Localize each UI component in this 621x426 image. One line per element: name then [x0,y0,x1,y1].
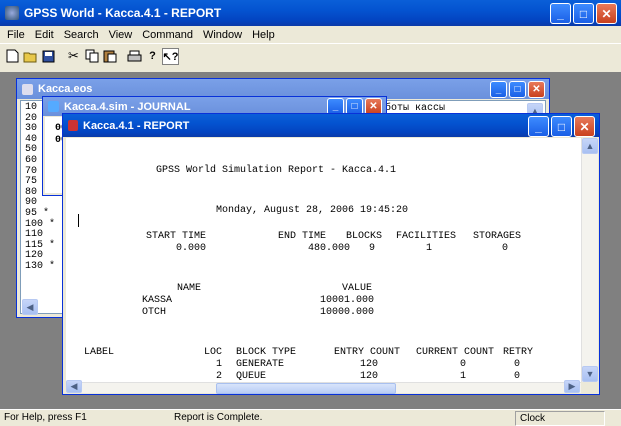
report-date: Monday, August 28, 2006 19:45:20 [216,205,409,216]
block-row-retry: 0 [514,359,521,370]
summary-end-time: 480.000 [308,243,351,254]
menu-window[interactable]: Window [198,29,247,41]
report-minimize-button[interactable]: _ [528,116,549,137]
summary-header-facilities: FACILITIES [396,231,457,242]
menu-bar: File Edit Search View Command Window Hel… [0,26,621,43]
block-row-retry: 0 [514,371,521,382]
status-help-text: For Help, press F1 [4,411,87,423]
help-icon[interactable]: ? [144,48,161,65]
report-horizontal-thumb[interactable] [216,383,396,394]
report-close-button[interactable]: ✕ [574,116,595,137]
cut-icon[interactable]: ✂ [65,48,82,65]
new-icon[interactable] [4,48,21,65]
text-caret [78,214,79,227]
summary-facilities: 1 [426,243,433,254]
blocks-header-current-count: CURRENT COUNT [416,347,495,358]
block-row-current: 1 [460,371,467,382]
eos-window-icon [22,83,33,95]
summary-blocks: 9 [369,243,376,254]
journal-window-icon [48,101,59,112]
eos-scroll-left-button[interactable]: ◀ [22,299,38,315]
paste-icon[interactable] [101,48,118,65]
report-window-icon [68,120,78,131]
minimize-button[interactable]: _ [550,3,571,24]
blocks-header-entry-count: ENTRY COUNT [334,347,401,358]
menu-help[interactable]: Help [247,29,280,41]
summary-header-start-time: START TIME [146,231,207,242]
menu-view[interactable]: View [104,29,138,41]
names-header-value: VALUE [342,283,373,294]
copy-icon[interactable] [83,48,100,65]
eos-maximize-button[interactable]: □ [509,81,526,98]
report-scroll-down-button[interactable]: ▼ [582,366,598,382]
summary-storages: 0 [502,243,509,254]
open-icon[interactable] [22,48,39,65]
block-row-loc: 2 [216,371,223,382]
report-scroll-left-button[interactable]: ◀ [66,380,82,393]
report-heading: GPSS World Simulation Report - Kacca.4.1 [156,165,397,176]
report-title: Kacca.4.1 - REPORT [83,119,190,132]
toolbar: ✂ ? ↖? [0,43,621,68]
report-maximize-button[interactable]: □ [551,116,572,137]
menu-edit[interactable]: Edit [30,29,59,41]
value-otch: 10000.000 [320,307,375,318]
report-scroll-up-button[interactable]: ▲ [582,138,598,154]
report-titlebar[interactable]: Kacca.4.1 - REPORT _ □ ✕ [63,114,599,137]
blocks-header-label: LABEL [84,347,115,358]
eos-minimize-button[interactable]: _ [490,81,507,98]
print-icon[interactable] [126,48,143,65]
status-message: Report is Complete. [174,411,263,423]
block-row-type: QUEUE [236,371,267,382]
summary-header-storages: STORAGES [473,231,522,242]
menu-search[interactable]: Search [59,29,104,41]
context-help-icon[interactable]: ↖? [162,47,179,65]
maximize-button[interactable]: □ [573,3,594,24]
block-row-loc: 1 [216,359,223,370]
block-row-entry: 120 [360,371,379,382]
close-button[interactable]: ✕ [596,3,617,24]
status-clock: Clock [515,410,605,426]
name-otch: OTCH [142,307,167,318]
name-kassa: KASSA [142,295,173,306]
app-titlebar: GPSS World - Kacca.4.1 - REPORT _ □ ✕ [0,0,621,26]
app-title: GPSS World - Kacca.4.1 - REPORT [24,6,222,20]
report-vertical-scrollbar[interactable]: ▲ ▼ [581,138,598,382]
report-window[interactable]: Kacca.4.1 - REPORT _ □ ✕ GPSS World Simu… [62,113,600,395]
report-text-area[interactable]: GPSS World Simulation Report - Kacca.4.1… [66,138,581,382]
report-horizontal-scrollbar[interactable]: ◀ ▶ [66,380,581,394]
app-icon [5,6,19,20]
block-row-entry: 120 [360,359,379,370]
menu-file[interactable]: File [2,29,30,41]
status-bar: For Help, press F1 Report is Complete. C… [0,409,621,426]
summary-header-blocks: BLOCKS [346,231,383,242]
report-scroll-right-button[interactable]: ▶ [564,380,580,393]
journal-title: Kacca.4.sim - JOURNAL [64,100,191,113]
blocks-header-retry: RETRY [503,347,534,358]
menu-command[interactable]: Command [137,29,198,41]
block-row-current: 0 [460,359,467,370]
summary-header-end-time: END TIME [278,231,327,242]
summary-start-time: 0.000 [176,243,207,254]
value-kassa: 10001.000 [320,295,375,306]
eos-close-button[interactable]: ✕ [528,81,545,98]
eos-title: Kacca.eos [38,83,93,95]
save-icon[interactable] [40,48,57,65]
names-header-name: NAME [177,283,202,294]
blocks-header-block-type: BLOCK TYPE [236,347,297,358]
blocks-header-loc: LOC [204,347,223,358]
block-row-type: GENERATE [236,359,285,370]
